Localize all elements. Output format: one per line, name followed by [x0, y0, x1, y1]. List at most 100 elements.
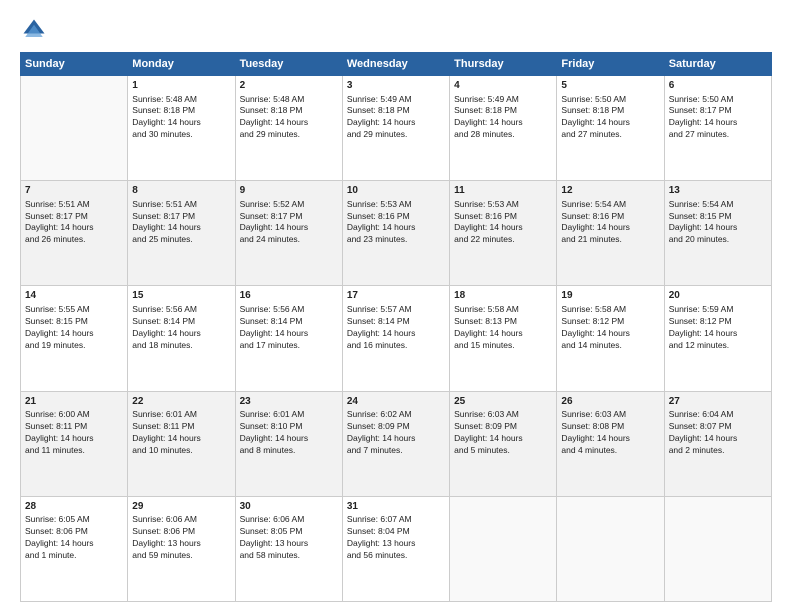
calendar-header-tuesday: Tuesday	[235, 53, 342, 76]
calendar-row: 14Sunrise: 5:55 AM Sunset: 8:15 PM Dayli…	[21, 286, 772, 391]
calendar-cell: 8Sunrise: 5:51 AM Sunset: 8:17 PM Daylig…	[128, 181, 235, 286]
day-number: 10	[347, 184, 445, 198]
calendar-header-sunday: Sunday	[21, 53, 128, 76]
calendar-cell: 23Sunrise: 6:01 AM Sunset: 8:10 PM Dayli…	[235, 391, 342, 496]
calendar-cell: 14Sunrise: 5:55 AM Sunset: 8:15 PM Dayli…	[21, 286, 128, 391]
day-info: Sunrise: 6:04 AM Sunset: 8:07 PM Dayligh…	[669, 409, 767, 457]
calendar-row: 21Sunrise: 6:00 AM Sunset: 8:11 PM Dayli…	[21, 391, 772, 496]
day-number: 16	[240, 289, 338, 303]
day-number: 4	[454, 79, 552, 93]
day-number: 29	[132, 500, 230, 514]
day-info: Sunrise: 6:07 AM Sunset: 8:04 PM Dayligh…	[347, 514, 445, 562]
calendar-cell: 22Sunrise: 6:01 AM Sunset: 8:11 PM Dayli…	[128, 391, 235, 496]
day-info: Sunrise: 5:53 AM Sunset: 8:16 PM Dayligh…	[347, 199, 445, 247]
calendar-cell: 15Sunrise: 5:56 AM Sunset: 8:14 PM Dayli…	[128, 286, 235, 391]
day-info: Sunrise: 5:50 AM Sunset: 8:17 PM Dayligh…	[669, 94, 767, 142]
calendar-cell: 3Sunrise: 5:49 AM Sunset: 8:18 PM Daylig…	[342, 76, 449, 181]
day-number: 12	[561, 184, 659, 198]
page: SundayMondayTuesdayWednesdayThursdayFrid…	[0, 0, 792, 612]
day-info: Sunrise: 5:51 AM Sunset: 8:17 PM Dayligh…	[25, 199, 123, 247]
day-info: Sunrise: 5:51 AM Sunset: 8:17 PM Dayligh…	[132, 199, 230, 247]
calendar-cell: 10Sunrise: 5:53 AM Sunset: 8:16 PM Dayli…	[342, 181, 449, 286]
day-info: Sunrise: 6:01 AM Sunset: 8:11 PM Dayligh…	[132, 409, 230, 457]
day-number: 21	[25, 395, 123, 409]
day-number: 7	[25, 184, 123, 198]
calendar-cell	[557, 496, 664, 601]
day-number: 15	[132, 289, 230, 303]
calendar-row: 7Sunrise: 5:51 AM Sunset: 8:17 PM Daylig…	[21, 181, 772, 286]
calendar-cell	[21, 76, 128, 181]
day-info: Sunrise: 5:54 AM Sunset: 8:16 PM Dayligh…	[561, 199, 659, 247]
calendar-row: 1Sunrise: 5:48 AM Sunset: 8:18 PM Daylig…	[21, 76, 772, 181]
day-info: Sunrise: 5:48 AM Sunset: 8:18 PM Dayligh…	[240, 94, 338, 142]
day-info: Sunrise: 5:56 AM Sunset: 8:14 PM Dayligh…	[132, 304, 230, 352]
day-number: 18	[454, 289, 552, 303]
calendar-header-thursday: Thursday	[450, 53, 557, 76]
day-info: Sunrise: 6:01 AM Sunset: 8:10 PM Dayligh…	[240, 409, 338, 457]
calendar-cell: 2Sunrise: 5:48 AM Sunset: 8:18 PM Daylig…	[235, 76, 342, 181]
calendar-cell: 31Sunrise: 6:07 AM Sunset: 8:04 PM Dayli…	[342, 496, 449, 601]
logo	[20, 16, 52, 44]
day-info: Sunrise: 5:48 AM Sunset: 8:18 PM Dayligh…	[132, 94, 230, 142]
day-number: 31	[347, 500, 445, 514]
calendar: SundayMondayTuesdayWednesdayThursdayFrid…	[20, 52, 772, 602]
day-number: 23	[240, 395, 338, 409]
day-info: Sunrise: 5:49 AM Sunset: 8:18 PM Dayligh…	[347, 94, 445, 142]
calendar-cell: 7Sunrise: 5:51 AM Sunset: 8:17 PM Daylig…	[21, 181, 128, 286]
day-number: 26	[561, 395, 659, 409]
calendar-cell: 13Sunrise: 5:54 AM Sunset: 8:15 PM Dayli…	[664, 181, 771, 286]
calendar-cell: 20Sunrise: 5:59 AM Sunset: 8:12 PM Dayli…	[664, 286, 771, 391]
day-number: 14	[25, 289, 123, 303]
calendar-cell: 4Sunrise: 5:49 AM Sunset: 8:18 PM Daylig…	[450, 76, 557, 181]
day-info: Sunrise: 6:06 AM Sunset: 8:06 PM Dayligh…	[132, 514, 230, 562]
day-number: 22	[132, 395, 230, 409]
day-info: Sunrise: 5:55 AM Sunset: 8:15 PM Dayligh…	[25, 304, 123, 352]
day-number: 28	[25, 500, 123, 514]
day-info: Sunrise: 6:02 AM Sunset: 8:09 PM Dayligh…	[347, 409, 445, 457]
header	[20, 16, 772, 44]
day-info: Sunrise: 6:06 AM Sunset: 8:05 PM Dayligh…	[240, 514, 338, 562]
day-number: 8	[132, 184, 230, 198]
calendar-header-wednesday: Wednesday	[342, 53, 449, 76]
calendar-cell: 11Sunrise: 5:53 AM Sunset: 8:16 PM Dayli…	[450, 181, 557, 286]
day-number: 17	[347, 289, 445, 303]
day-info: Sunrise: 5:54 AM Sunset: 8:15 PM Dayligh…	[669, 199, 767, 247]
day-number: 20	[669, 289, 767, 303]
day-number: 3	[347, 79, 445, 93]
day-number: 1	[132, 79, 230, 93]
calendar-cell: 25Sunrise: 6:03 AM Sunset: 8:09 PM Dayli…	[450, 391, 557, 496]
calendar-cell: 29Sunrise: 6:06 AM Sunset: 8:06 PM Dayli…	[128, 496, 235, 601]
day-number: 19	[561, 289, 659, 303]
day-info: Sunrise: 5:49 AM Sunset: 8:18 PM Dayligh…	[454, 94, 552, 142]
calendar-cell: 18Sunrise: 5:58 AM Sunset: 8:13 PM Dayli…	[450, 286, 557, 391]
day-number: 6	[669, 79, 767, 93]
day-info: Sunrise: 6:05 AM Sunset: 8:06 PM Dayligh…	[25, 514, 123, 562]
calendar-cell: 17Sunrise: 5:57 AM Sunset: 8:14 PM Dayli…	[342, 286, 449, 391]
day-number: 9	[240, 184, 338, 198]
calendar-cell: 26Sunrise: 6:03 AM Sunset: 8:08 PM Dayli…	[557, 391, 664, 496]
calendar-cell: 24Sunrise: 6:02 AM Sunset: 8:09 PM Dayli…	[342, 391, 449, 496]
day-number: 13	[669, 184, 767, 198]
day-number: 5	[561, 79, 659, 93]
calendar-header-friday: Friday	[557, 53, 664, 76]
calendar-cell: 19Sunrise: 5:58 AM Sunset: 8:12 PM Dayli…	[557, 286, 664, 391]
calendar-cell: 1Sunrise: 5:48 AM Sunset: 8:18 PM Daylig…	[128, 76, 235, 181]
day-info: Sunrise: 5:50 AM Sunset: 8:18 PM Dayligh…	[561, 94, 659, 142]
day-number: 2	[240, 79, 338, 93]
logo-icon	[20, 16, 48, 44]
calendar-cell: 5Sunrise: 5:50 AM Sunset: 8:18 PM Daylig…	[557, 76, 664, 181]
day-info: Sunrise: 6:03 AM Sunset: 8:09 PM Dayligh…	[454, 409, 552, 457]
calendar-header-saturday: Saturday	[664, 53, 771, 76]
calendar-cell: 28Sunrise: 6:05 AM Sunset: 8:06 PM Dayli…	[21, 496, 128, 601]
calendar-cell: 21Sunrise: 6:00 AM Sunset: 8:11 PM Dayli…	[21, 391, 128, 496]
day-info: Sunrise: 5:52 AM Sunset: 8:17 PM Dayligh…	[240, 199, 338, 247]
day-number: 11	[454, 184, 552, 198]
calendar-cell: 16Sunrise: 5:56 AM Sunset: 8:14 PM Dayli…	[235, 286, 342, 391]
day-info: Sunrise: 5:58 AM Sunset: 8:13 PM Dayligh…	[454, 304, 552, 352]
day-number: 27	[669, 395, 767, 409]
calendar-cell: 6Sunrise: 5:50 AM Sunset: 8:17 PM Daylig…	[664, 76, 771, 181]
day-number: 25	[454, 395, 552, 409]
day-info: Sunrise: 6:00 AM Sunset: 8:11 PM Dayligh…	[25, 409, 123, 457]
calendar-row: 28Sunrise: 6:05 AM Sunset: 8:06 PM Dayli…	[21, 496, 772, 601]
day-info: Sunrise: 5:59 AM Sunset: 8:12 PM Dayligh…	[669, 304, 767, 352]
